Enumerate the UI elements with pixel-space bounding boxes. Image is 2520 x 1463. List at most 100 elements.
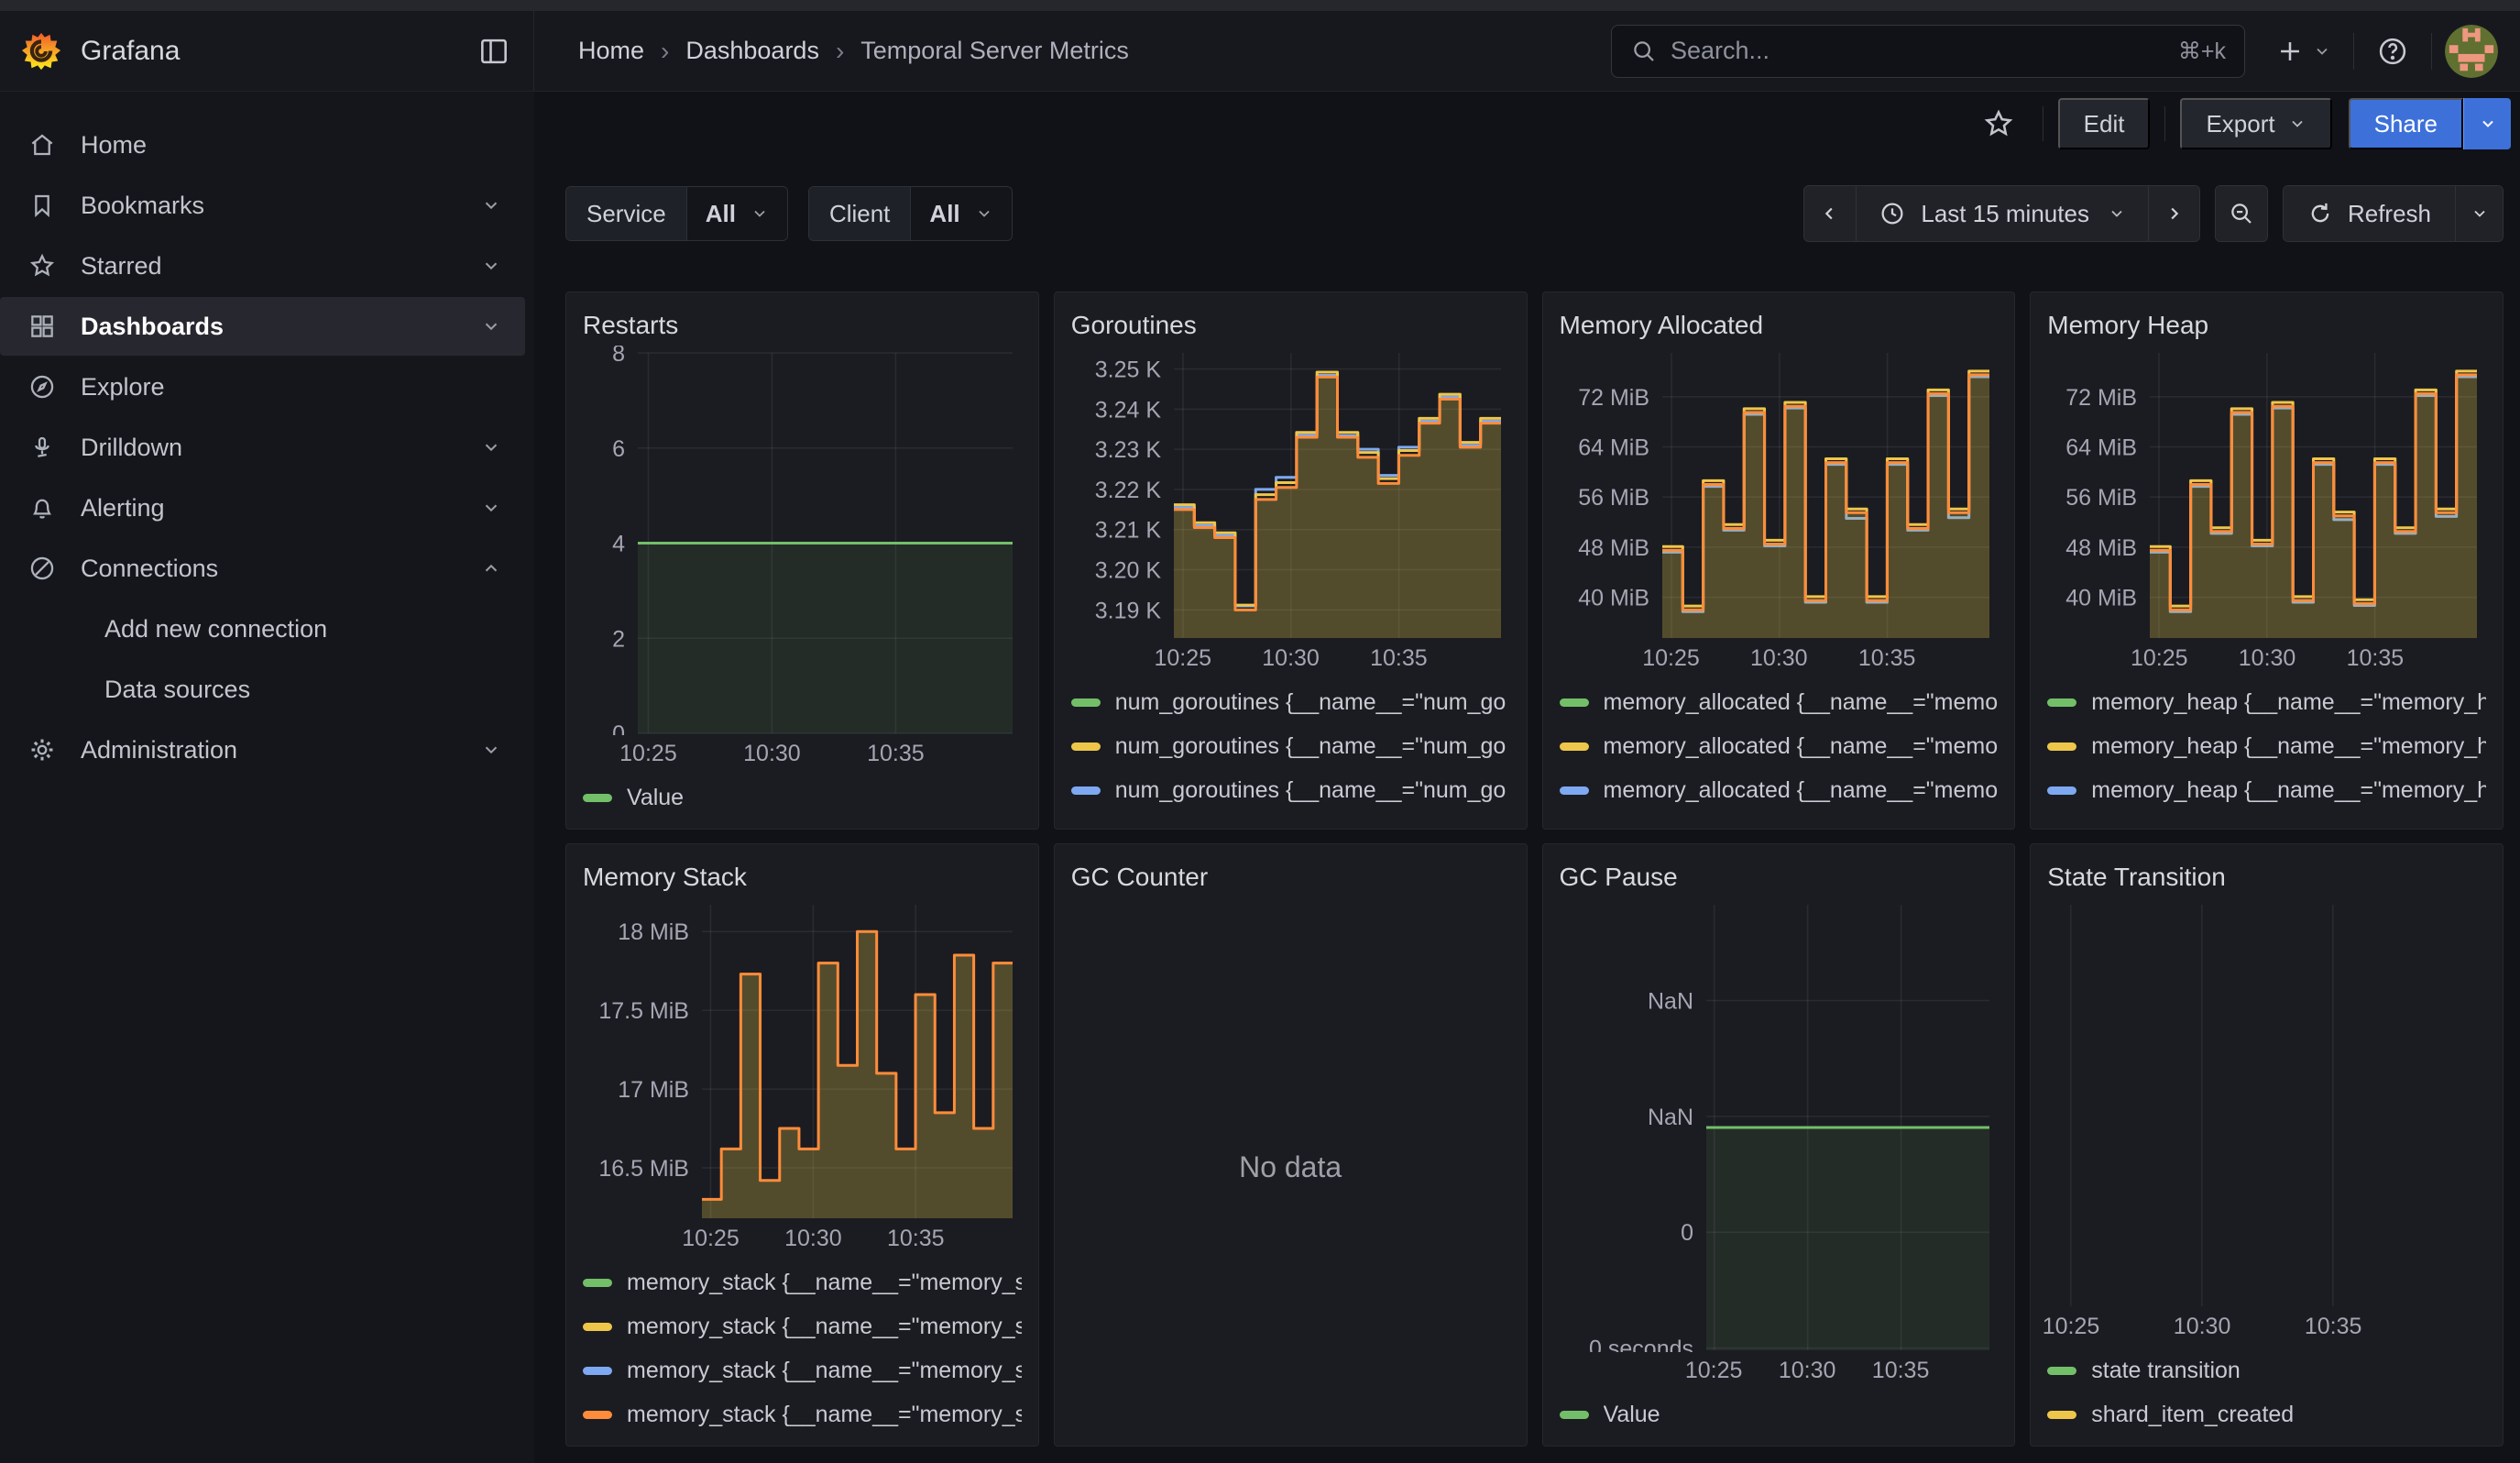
legend-item[interactable]: memory_allocated {__name__="memo	[1560, 680, 1999, 724]
sidebar: HomeBookmarksStarredDashboardsExploreDri…	[0, 92, 534, 1463]
toolbar-divider	[2164, 106, 2165, 141]
legend-item[interactable]: memory_heap {__name__="memory_h	[2047, 768, 2486, 812]
panel-title[interactable]: GC Counter	[1071, 857, 1510, 897]
legend-series-label: memory_stack {__name__="memory_s	[627, 1270, 1022, 1296]
chevron-down-icon[interactable]	[481, 256, 501, 276]
sidebar-item-drilldown[interactable]: Drilldown	[0, 418, 525, 477]
chart-canvas	[2047, 897, 2486, 1308]
filter-service-dropdown[interactable]: ServiceAll	[565, 186, 788, 241]
legend-item[interactable]: memory_stack {__name__="memory_s	[583, 1348, 1022, 1392]
breadcrumb-item-home[interactable]: Home	[578, 37, 644, 65]
legend-item[interactable]: memory_allocated {__name__="memo	[1560, 724, 1999, 768]
legend-item[interactable]: memory_stack {__name__="memory_s	[583, 1304, 1022, 1348]
legend-item[interactable]: memory_allocated {__name__="memo	[1560, 812, 1999, 820]
filter-client-dropdown[interactable]: ClientAll	[808, 186, 1013, 241]
time-shift-forward-button[interactable]	[2148, 186, 2199, 241]
legend-item[interactable]: num_goroutines {__name__="num_go	[1071, 812, 1510, 820]
export-button[interactable]: Export	[2180, 98, 2331, 149]
sidebar-item-dashboards[interactable]: Dashboards	[0, 297, 525, 356]
panel-title[interactable]: Memory Stack	[583, 857, 1022, 897]
grafana-logo[interactable]	[20, 30, 62, 72]
share-button[interactable]: Share	[2349, 98, 2463, 149]
legend-item[interactable]: memory_stack {__name__="memory_s	[583, 1260, 1022, 1304]
svg-text:3.23 K: 3.23 K	[1094, 437, 1161, 463]
breadcrumb-item-dashboards[interactable]: Dashboards	[685, 37, 819, 65]
legend-item[interactable]: memory_heap {__name__="memory_h	[2047, 680, 2486, 724]
x-axis-label: 10:30	[1779, 1358, 1836, 1384]
legend-item[interactable]: memory_heap {__name__="memory_h	[2047, 812, 2486, 820]
chevron-down-icon[interactable]	[481, 498, 501, 518]
filter-value[interactable]: All	[910, 187, 1011, 240]
filter-value[interactable]: All	[686, 187, 787, 240]
chevron-down-icon[interactable]	[481, 740, 501, 760]
x-axis-label: 10:30	[2239, 645, 2296, 672]
svg-text:2: 2	[612, 626, 625, 652]
legend-series-marker	[2047, 1367, 2076, 1375]
panel-title[interactable]: Goroutines	[1071, 305, 1510, 346]
favorite-star-button[interactable]	[1969, 107, 2028, 140]
legend-item[interactable]: memory_allocated {__name__="memo	[1560, 768, 1999, 812]
sidebar-item-starred[interactable]: Starred	[0, 236, 525, 295]
bell-icon	[27, 493, 57, 522]
legend-series-label: memory_stack {__name__="memory_s	[627, 1314, 1022, 1340]
legend: state transition shard_item_created	[2047, 1343, 2486, 1436]
sidebar-item-alerting[interactable]: Alerting	[0, 478, 525, 537]
chevron-down-icon[interactable]	[481, 437, 501, 457]
edit-button[interactable]: Edit	[2058, 98, 2151, 149]
refresh-interval-button[interactable]	[2455, 186, 2503, 241]
sidebar-item-explore[interactable]: Explore	[0, 358, 525, 416]
refresh-button[interactable]: Refresh	[2284, 186, 2455, 241]
panel-title[interactable]: State Transition	[2047, 857, 2486, 897]
x-axis-label: 10:35	[1370, 645, 1428, 672]
legend-item[interactable]: Value	[583, 776, 1022, 820]
legend-item[interactable]: num_goroutines {__name__="num_go	[1071, 680, 1510, 724]
svg-text:0: 0	[612, 721, 625, 735]
panel-title[interactable]: Memory Heap	[2047, 305, 2486, 346]
legend-item[interactable]: memory_heap {__name__="memory_h	[2047, 724, 2486, 768]
legend-series-label: num_goroutines {__name__="num_go	[1115, 777, 1507, 804]
time-controls: Last 15 minutes	[1803, 185, 2504, 242]
svg-text:48 MiB: 48 MiB	[1578, 535, 1649, 561]
legend-series-marker	[1071, 786, 1101, 795]
sidebar-item-bookmarks[interactable]: Bookmarks	[0, 176, 525, 235]
legend-item[interactable]: Value	[1560, 1392, 1999, 1436]
add-new-button[interactable]	[2265, 36, 2340, 67]
panel-title[interactable]: Memory Allocated	[1560, 305, 1999, 346]
help-button[interactable]	[2367, 35, 2418, 68]
legend-item[interactable]: state transition	[2047, 1348, 2486, 1392]
panel-title[interactable]: Restarts	[583, 305, 1022, 346]
sidebar-item-home[interactable]: Home	[0, 116, 525, 174]
share-menu-button[interactable]	[2463, 98, 2511, 149]
search-box[interactable]: ⌘+k	[1611, 25, 2245, 78]
panel-title[interactable]: GC Pause	[1560, 857, 1999, 897]
svg-text:48 MiB: 48 MiB	[2065, 535, 2137, 561]
sidebar-item-add-new-connection[interactable]: Add new connection	[0, 600, 525, 658]
sidebar-item-administration[interactable]: Administration	[0, 720, 525, 779]
time-range-picker[interactable]: Last 15 minutes	[1856, 186, 2148, 241]
svg-text:16.5 MiB: 16.5 MiB	[598, 1156, 689, 1182]
chevron-up-icon[interactable]	[481, 558, 501, 578]
time-shift-back-button[interactable]	[1804, 186, 1856, 241]
sidebar-item-data-sources[interactable]: Data sources	[0, 660, 525, 719]
chevron-down-icon[interactable]	[481, 316, 501, 336]
x-axis-label: 10:35	[1858, 645, 1916, 672]
time-zoom-out-button[interactable]	[2216, 186, 2267, 241]
legend-series-label: state transition	[2091, 1358, 2241, 1384]
x-axis-label: 10:35	[1872, 1358, 1930, 1384]
legend-item[interactable]: memory_stack {__name__="memory_s	[583, 1392, 1022, 1436]
x-axis: 10:2510:3010:35	[1560, 1352, 1999, 1387]
chevron-down-icon	[2471, 204, 2489, 223]
chevron-down-icon[interactable]	[481, 195, 501, 215]
legend-item[interactable]: num_goroutines {__name__="num_go	[1071, 724, 1510, 768]
legend-item[interactable]: shard_item_created	[2047, 1392, 2486, 1436]
legend-series-label: num_goroutines {__name__="num_go	[1115, 733, 1507, 760]
legend-item[interactable]: num_goroutines {__name__="num_go	[1071, 768, 1510, 812]
sidebar-item-connections[interactable]: Connections	[0, 539, 525, 598]
search-input[interactable]	[1671, 37, 2178, 65]
sidebar-toggle-icon[interactable]	[477, 34, 511, 69]
avatar[interactable]	[2445, 25, 2498, 78]
x-axis-label: 10:35	[867, 741, 925, 767]
legend-series-label: Value	[627, 785, 684, 811]
svg-text:6: 6	[612, 436, 625, 462]
time-range-label: Last 15 minutes	[1921, 200, 2089, 228]
